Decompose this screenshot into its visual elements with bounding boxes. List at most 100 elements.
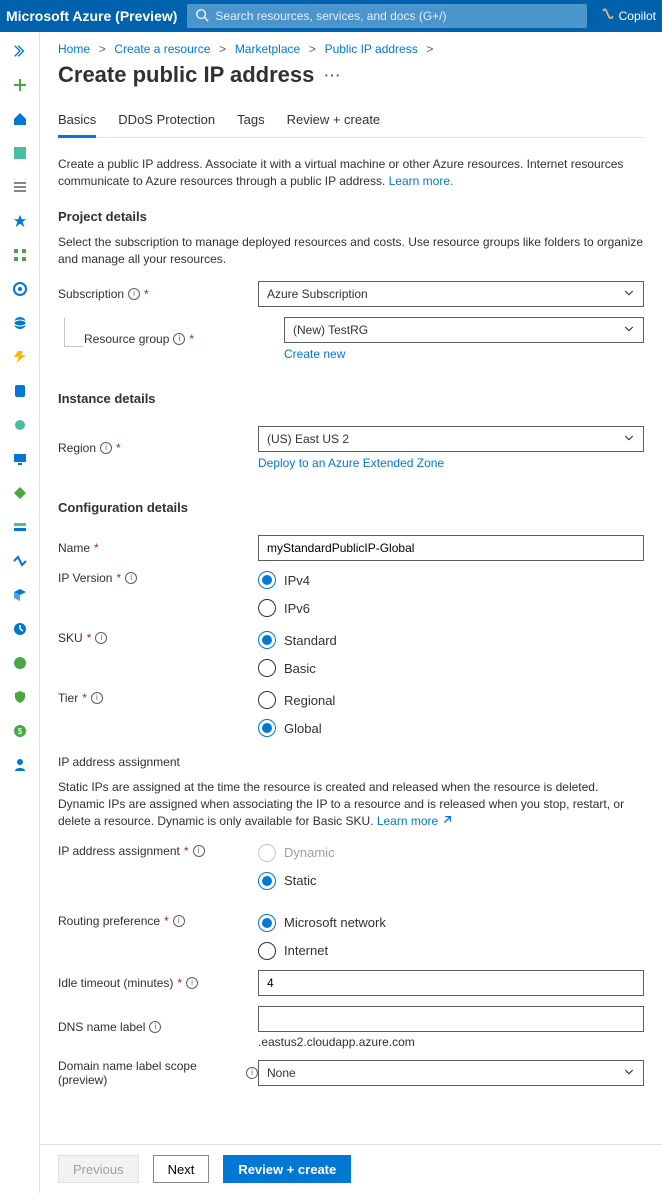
sku-basic-radio[interactable]: Basic (258, 659, 644, 677)
dns-label: DNS name label i (58, 1020, 258, 1034)
cost-icon[interactable]: $ (6, 718, 34, 744)
all-resources-icon[interactable] (6, 242, 34, 268)
sku-standard-radio[interactable]: Standard (258, 631, 644, 649)
project-details-desc: Select the subscription to manage deploy… (58, 234, 644, 268)
subscription-select[interactable]: Azure Subscription (258, 281, 644, 307)
tab-ddos[interactable]: DDoS Protection (118, 112, 215, 138)
create-new-rg-link[interactable]: Create new (284, 347, 345, 361)
security-icon[interactable] (6, 684, 34, 710)
info-icon[interactable]: i (173, 915, 185, 927)
search-input[interactable] (215, 9, 579, 23)
aad-icon[interactable] (6, 582, 34, 608)
learn-more-link[interactable]: Learn more. (389, 174, 454, 188)
breadcrumb-create-resource[interactable]: Create a resource (114, 42, 210, 56)
info-icon[interactable]: i (95, 632, 107, 644)
subscription-value: Azure Subscription (267, 287, 368, 301)
sku-label: SKU * i (58, 631, 258, 645)
svg-text:$: $ (17, 727, 22, 736)
expand-nav-icon[interactable] (6, 38, 34, 64)
copilot-button[interactable]: Copilot (601, 8, 656, 25)
dynamic-radio: Dynamic (258, 844, 644, 862)
next-button[interactable]: Next (153, 1155, 210, 1183)
info-icon[interactable]: i (125, 572, 137, 584)
support-icon[interactable] (6, 752, 34, 778)
info-icon[interactable]: i (246, 1067, 258, 1079)
resource-group-select[interactable]: (New) TestRG (284, 317, 644, 343)
global-search[interactable] (187, 4, 587, 28)
create-icon[interactable] (6, 72, 34, 98)
ipv6-radio[interactable]: IPv6 (258, 599, 644, 617)
dns-suffix: .eastus2.cloudapp.azure.com (258, 1035, 644, 1049)
brand-text: Microsoft Azure (Preview) (6, 8, 177, 24)
tier-label: Tier * i (58, 691, 258, 705)
info-icon[interactable]: i (173, 333, 185, 345)
advisor-icon[interactable] (6, 650, 34, 676)
internet-radio[interactable]: Internet (258, 942, 644, 960)
routing-pref-label: Routing preference * i (58, 914, 258, 928)
more-icon[interactable]: ··· (324, 67, 341, 83)
info-icon[interactable]: i (193, 845, 205, 857)
monitor-icon[interactable] (6, 616, 34, 642)
tier-regional-radio[interactable]: Regional (258, 691, 644, 709)
learn-more-link-2[interactable]: Learn more (377, 814, 452, 828)
chevron-down-icon (623, 287, 635, 302)
footer-bar: Previous Next Review + create (40, 1144, 662, 1193)
tabs: Basics DDoS Protection Tags Review + cre… (58, 112, 644, 138)
page-title: Create public IP address ··· (58, 62, 644, 88)
tab-basics[interactable]: Basics (58, 112, 96, 138)
chevron-down-icon (623, 432, 635, 447)
tab-review[interactable]: Review + create (287, 112, 381, 138)
breadcrumb: Home > Create a resource > Marketplace >… (58, 42, 644, 56)
ipv4-radio[interactable]: IPv4 (258, 571, 644, 589)
copilot-icon (601, 8, 615, 25)
tab-tags[interactable]: Tags (237, 112, 264, 138)
intro-text: Create a public IP address. Associate it… (58, 156, 644, 191)
main-panel: Home > Create a resource > Marketplace >… (40, 32, 662, 1193)
page-title-text: Create public IP address (58, 62, 314, 88)
idle-timeout-input[interactable] (258, 970, 644, 996)
functions-icon[interactable] (6, 344, 34, 370)
region-label: Region i * (58, 441, 258, 455)
search-icon (195, 8, 215, 25)
loadbalancer-icon[interactable] (6, 480, 34, 506)
region-value: (US) East US 2 (267, 432, 349, 446)
all-services-icon[interactable] (6, 174, 34, 200)
vm-icon[interactable] (6, 446, 34, 472)
previous-button: Previous (58, 1155, 139, 1183)
extended-zone-link[interactable]: Deploy to an Azure Extended Zone (258, 456, 444, 470)
domain-scope-value: None (267, 1066, 296, 1080)
tier-global-radio[interactable]: Global (258, 719, 644, 737)
ip-assignment-label: IP address assignment * i (58, 844, 258, 858)
domain-scope-label: Domain name label scope (preview) i (58, 1059, 258, 1087)
review-create-button[interactable]: Review + create (223, 1155, 351, 1183)
breadcrumb-public-ip[interactable]: Public IP address (325, 42, 418, 56)
storage-icon[interactable] (6, 514, 34, 540)
vnet-icon[interactable] (6, 548, 34, 574)
region-select[interactable]: (US) East US 2 (258, 426, 644, 452)
info-icon[interactable]: i (149, 1021, 161, 1033)
name-input[interactable] (258, 535, 644, 561)
web-icon[interactable] (6, 310, 34, 336)
idle-timeout-label: Idle timeout (minutes) * i (58, 976, 258, 990)
sql-icon[interactable] (6, 378, 34, 404)
favorites-icon[interactable] (6, 208, 34, 234)
static-radio[interactable]: Static (258, 872, 644, 890)
dns-input[interactable] (258, 1006, 644, 1032)
info-icon[interactable]: i (100, 442, 112, 454)
domain-scope-select[interactable]: None (258, 1060, 644, 1086)
info-icon[interactable]: i (128, 288, 140, 300)
resource-group-value: (New) TestRG (293, 323, 368, 337)
cosmos-icon[interactable] (6, 412, 34, 438)
project-details-title: Project details (58, 209, 644, 224)
name-label: Name * (58, 541, 258, 555)
resource-groups-icon[interactable] (6, 276, 34, 302)
dashboard-icon[interactable] (6, 140, 34, 166)
breadcrumb-marketplace[interactable]: Marketplace (235, 42, 300, 56)
home-icon[interactable] (6, 106, 34, 132)
info-icon[interactable]: i (186, 977, 198, 989)
ms-network-radio[interactable]: Microsoft network (258, 914, 644, 932)
info-icon[interactable]: i (91, 692, 103, 704)
left-nav: $ (0, 32, 40, 1193)
breadcrumb-home[interactable]: Home (58, 42, 90, 56)
config-details-title: Configuration details (58, 500, 644, 515)
